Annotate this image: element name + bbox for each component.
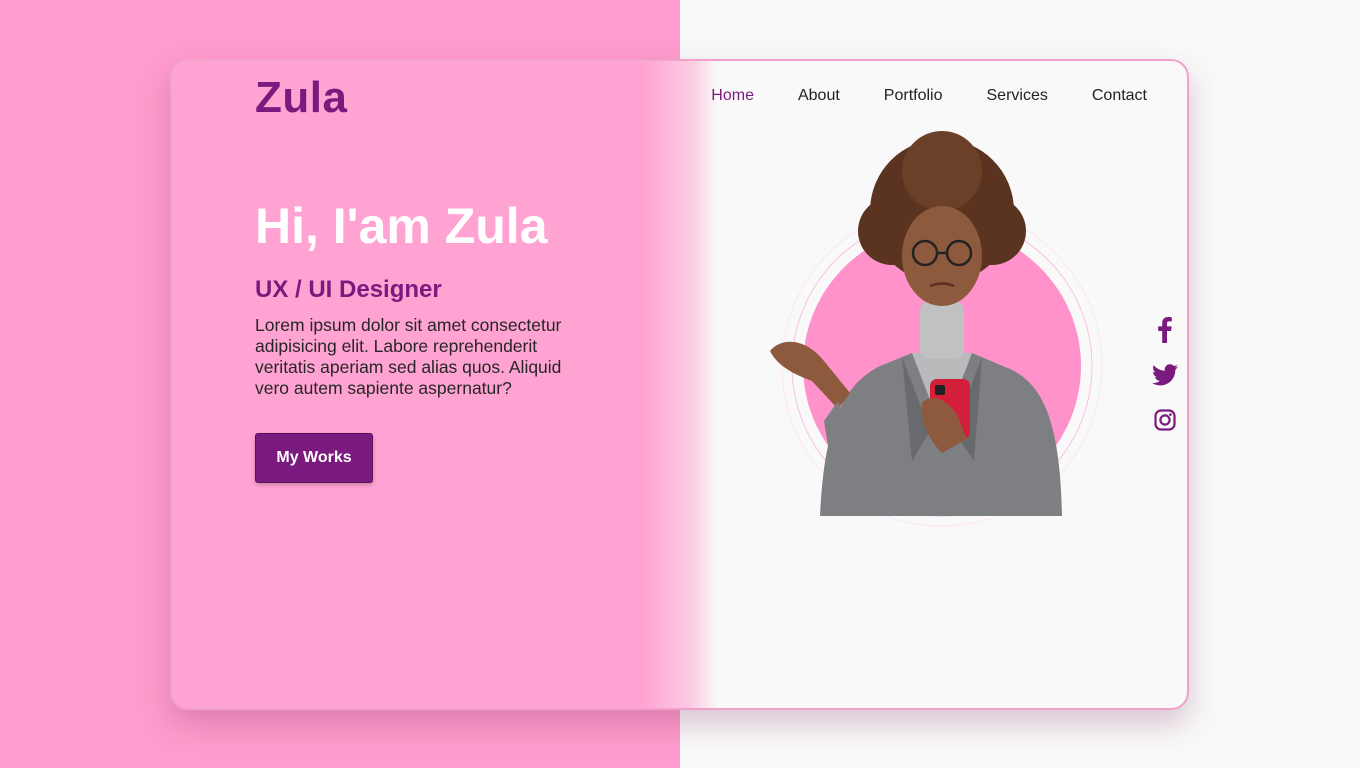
nav-contact[interactable]: Contact: [1092, 87, 1147, 105]
nav-services[interactable]: Services: [987, 87, 1048, 105]
profile-portrait: [770, 131, 1103, 527]
hero-role: UX / UI Designer: [255, 276, 442, 303]
my-works-button[interactable]: My Works: [255, 433, 373, 483]
hero-title: Hi, I'am Zula: [255, 198, 548, 254]
nav-home[interactable]: Home: [711, 87, 754, 105]
facebook-icon[interactable]: [1152, 316, 1178, 344]
main-nav: Home About Portfolio Services Contact: [711, 87, 1147, 105]
nav-about[interactable]: About: [798, 87, 840, 105]
logo[interactable]: Zula: [255, 73, 347, 123]
hero-description: Lorem ipsum dolor sit amet consectetur a…: [255, 315, 562, 398]
nav-portfolio[interactable]: Portfolio: [884, 87, 943, 105]
social-links: [1152, 316, 1178, 434]
hero-card: Zula Home About Portfolio Services Conta…: [170, 59, 1189, 710]
instagram-icon[interactable]: [1152, 406, 1178, 434]
twitter-icon[interactable]: [1152, 361, 1178, 389]
